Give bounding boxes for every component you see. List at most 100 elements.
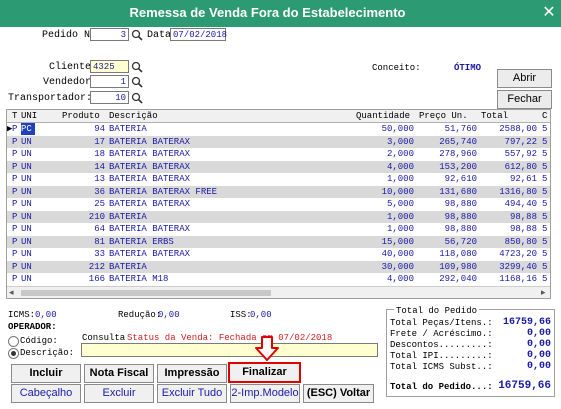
conceito-label: Conceito: xyxy=(372,63,421,73)
nota-fiscal-button[interactable]: Nota Fiscal xyxy=(84,364,154,383)
cell-t: P xyxy=(12,124,18,134)
scroll-thumb[interactable] xyxy=(21,290,271,296)
cell-c: 5 xyxy=(542,174,548,184)
horizontal-scrollbar[interactable]: ◂ ▸ xyxy=(7,286,550,298)
cell-preco: 51,760 xyxy=(444,124,477,134)
cell-uni: UN xyxy=(21,261,32,272)
incluir-button[interactable]: Incluir xyxy=(11,364,81,383)
cell-quantidade: 1,000 xyxy=(386,174,414,184)
col-header-preco: Preço Un. xyxy=(419,111,468,121)
table-row[interactable]: P UN 33 BATERIA BATERAX 40,000 118,080 4723,20… xyxy=(7,248,550,260)
close-icon[interactable]: ✕ xyxy=(539,3,559,23)
imp-modelo-button[interactable]: 2-Imp.Modelo xyxy=(230,384,300,403)
cell-preco: 98,880 xyxy=(444,211,477,222)
window-title: Remessa de Venda Fora do Estabelecimento xyxy=(129,5,406,20)
table-row[interactable]: P UN 64 BATERIA BATERAX 1,000 98,880 98,88 5 xyxy=(7,223,550,235)
cell-total: 797,22 xyxy=(504,136,537,147)
descontos-label: Descontos.........: xyxy=(390,340,493,350)
cell-uni: UN xyxy=(21,149,32,159)
reducao-label: Redução: xyxy=(118,310,162,320)
table-row[interactable]: P UN 166 BATERIA M18 4,000 292,040 1168,16 5 xyxy=(7,273,550,285)
grid-header: T UNI Produto Descrição Quantidade Preço… xyxy=(7,110,550,123)
scroll-left-icon[interactable]: ◂ xyxy=(9,287,14,298)
cell-total: 494,40 xyxy=(504,199,537,209)
cell-uni: UN xyxy=(21,161,32,172)
vendedor-field[interactable]: 1 xyxy=(90,75,129,88)
operador-label: OPERADOR: xyxy=(8,322,57,332)
table-row[interactable]: P UN 212 BATERIA 30,000 109,980 3299,40 5 xyxy=(7,260,550,273)
frete-value: 0,00 xyxy=(526,328,551,339)
cell-t: P xyxy=(12,236,18,247)
icms-subst-label: Total ICMS Subst..: xyxy=(390,362,493,372)
table-row[interactable]: P UN 25 BATERIA BATERAX 5,000 98,880 494,40 5 xyxy=(7,198,550,210)
table-row[interactable]: P UN 17 BATERIA BATERAX 3,000 265,740 797,22 5 xyxy=(7,135,550,148)
iss-value: 0,00 xyxy=(250,310,272,320)
col-header-quantidade: Quantidade xyxy=(356,111,411,121)
impressao-button[interactable]: Impressão xyxy=(157,364,227,383)
transportador-field[interactable]: 10 xyxy=(90,91,129,104)
title-bar: Remessa de Venda Fora do Estabelecimento… xyxy=(0,0,561,27)
cell-total: 1316,80 xyxy=(499,186,537,197)
codigo-radio[interactable] xyxy=(8,336,19,347)
table-row[interactable]: P UN 210 BATERIA 1,000 98,880 98,88 5 xyxy=(7,210,550,223)
cell-quantidade: 1,000 xyxy=(386,224,414,234)
table-row[interactable]: P UN 14 BATERIA BATERAX 4,000 153,200 612,80 5 xyxy=(7,160,550,173)
table-row[interactable]: P UN 36 BATERIA BATERAX FREE 10,000 131,680 13… xyxy=(7,185,550,198)
transportador-search-icon[interactable] xyxy=(131,92,143,104)
cell-produto: 36 xyxy=(94,186,105,197)
cliente-search-icon[interactable] xyxy=(131,61,143,73)
cell-produto: 17 xyxy=(94,136,105,147)
cell-total: 1168,16 xyxy=(499,274,537,284)
cell-produto: 33 xyxy=(94,249,105,259)
table-row[interactable]: P UN 18 BATERIA BATERAX 2,000 278,960 557,92 5 xyxy=(7,148,550,160)
cell-quantidade: 4,000 xyxy=(386,274,414,284)
cell-quantidade: 30,000 xyxy=(381,261,414,272)
table-row[interactable]: P UN 13 BATERIA BATERAX 1,000 92,610 92,61 5 xyxy=(7,173,550,185)
cell-total: 98,88 xyxy=(509,211,537,222)
descricao-radio[interactable] xyxy=(8,348,19,359)
esc-voltar-button[interactable]: (ESC) Voltar xyxy=(303,384,374,403)
cliente-field[interactable]: 4325 xyxy=(90,60,129,73)
consulta-input[interactable] xyxy=(81,343,378,357)
abrir-button[interactable]: Abrir xyxy=(497,69,552,88)
cell-descricao: BATERIA BATERAX xyxy=(109,199,191,209)
table-row[interactable]: P PC 94 BATERIA 50,000 51,760 2588,00 5 ▶ xyxy=(7,123,550,135)
descontos-value: 0,00 xyxy=(526,339,551,350)
cell-t: P xyxy=(12,224,18,234)
cell-quantidade: 5,000 xyxy=(386,199,414,209)
cell-c: 5 xyxy=(542,236,548,247)
fechar-button[interactable]: Fechar xyxy=(497,90,552,109)
vendedor-search-icon[interactable] xyxy=(131,76,143,88)
cell-preco: 118,080 xyxy=(439,249,477,259)
cell-t: P xyxy=(12,249,18,259)
cell-descricao: BATERIA BATERAX xyxy=(109,174,191,184)
data-field[interactable]: 07/02/2018 xyxy=(170,28,227,41)
cell-preco: 292,040 xyxy=(439,274,477,284)
items-grid[interactable]: T UNI Produto Descrição Quantidade Preço… xyxy=(6,109,551,299)
cell-c: 5 xyxy=(542,224,548,234)
pedido-field[interactable]: 3 xyxy=(90,28,129,41)
table-row[interactable]: P UN 81 BATERIA ERBS 15,000 56,720 850,80 5 xyxy=(7,235,550,248)
status-text: Status da Venda: Fechada em 07/02/2018 xyxy=(127,333,333,343)
cell-quantidade: 15,000 xyxy=(381,236,414,247)
pedido-search-icon[interactable] xyxy=(131,29,143,41)
icms-value: 0,00 xyxy=(35,310,57,320)
descricao-label: Descrição: xyxy=(20,348,75,358)
cell-descricao: BATERIA BATERAX xyxy=(109,224,191,234)
cell-c: 5 xyxy=(542,199,548,209)
scroll-right-icon[interactable]: ▸ xyxy=(541,287,546,298)
finalizar-button[interactable]: Finalizar xyxy=(228,362,301,383)
cabecalho-button[interactable]: Cabeçalho xyxy=(11,384,81,403)
cell-preco: 98,880 xyxy=(444,199,477,209)
reducao-value: 0,00 xyxy=(158,310,180,320)
cell-total: 92,61 xyxy=(509,174,537,184)
cell-t: P xyxy=(12,161,18,172)
icms-label: ICMS: xyxy=(8,310,36,320)
cell-descricao: BATERIA ERBS xyxy=(109,236,174,247)
cell-preco: 153,200 xyxy=(439,161,477,172)
cell-t: P xyxy=(12,211,18,222)
cell-produto: 64 xyxy=(94,224,105,234)
excluir-button[interactable]: Excluir xyxy=(84,384,154,403)
excluir-tudo-button[interactable]: Excluir Tudo xyxy=(157,384,227,403)
cell-c: 5 xyxy=(542,161,548,172)
